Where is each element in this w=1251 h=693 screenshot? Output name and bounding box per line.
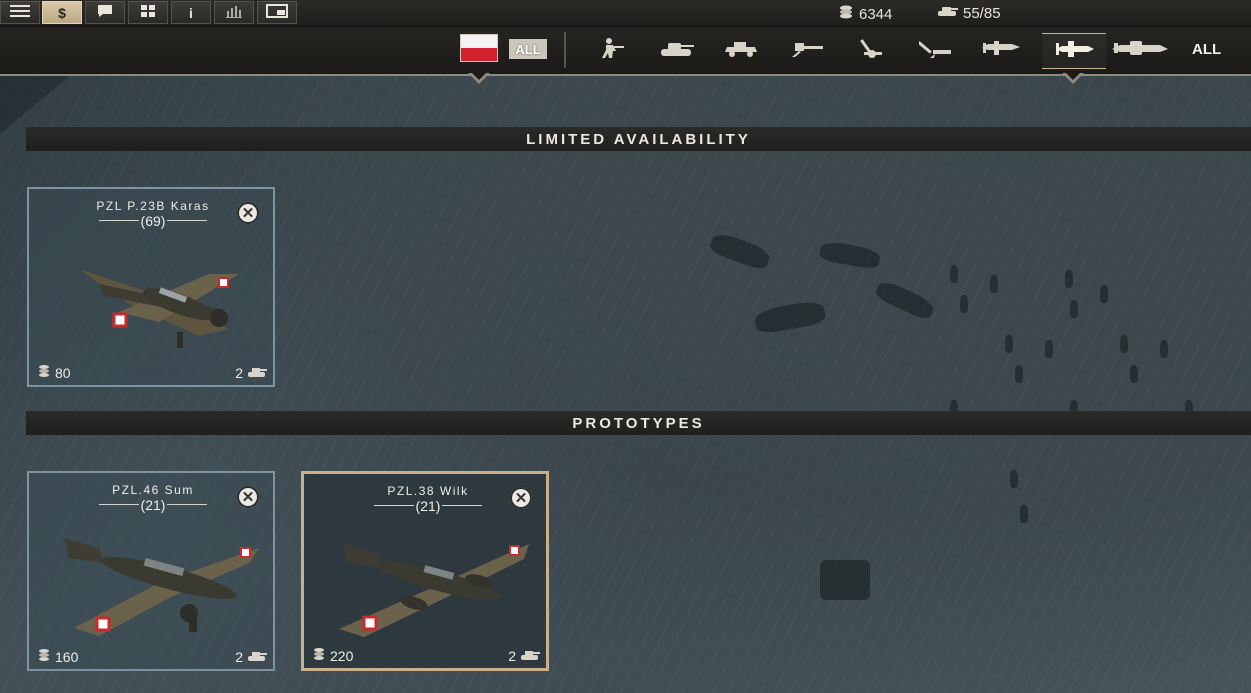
filter-anti-air[interactable] bbox=[905, 33, 969, 67]
filter-recon[interactable] bbox=[710, 33, 774, 67]
filter-all[interactable]: ALL bbox=[1192, 41, 1221, 58]
chat-button[interactable] bbox=[85, 1, 125, 24]
close-icon: ✕ bbox=[241, 205, 255, 222]
slots-value: 2 bbox=[508, 648, 516, 664]
tank-icon bbox=[247, 649, 267, 665]
section-limited-availability: LIMITED AVAILABILITY bbox=[26, 127, 1251, 151]
filter-bar: ALL ALL bbox=[0, 27, 1251, 76]
name-divider bbox=[442, 505, 482, 506]
info-icon: i bbox=[189, 4, 193, 21]
filter-anti-tank[interactable] bbox=[775, 33, 839, 67]
coins-icon bbox=[312, 647, 326, 664]
bomber-plane-icon bbox=[1052, 38, 1096, 65]
coins-icon bbox=[838, 4, 854, 24]
bar-chart-icon bbox=[225, 4, 243, 21]
dollar-icon: $ bbox=[58, 4, 66, 21]
army-slots-display: 55/85 bbox=[936, 4, 1001, 22]
unit-cost: 160 bbox=[37, 648, 78, 665]
category-pointer bbox=[1062, 72, 1084, 84]
tank-icon bbox=[936, 4, 958, 22]
filter-artillery[interactable] bbox=[840, 33, 904, 67]
unit-slots: 2 bbox=[235, 365, 267, 381]
armored-car-icon bbox=[724, 38, 760, 63]
slots-value: 2 bbox=[235, 365, 243, 381]
unit-card-pzl-46[interactable]: PZL.46 Sum (21) ✕ 160 2 bbox=[27, 471, 275, 671]
unit-card-pzl-p23b[interactable]: PZL P.23B Karas (69) ✕ 80 2 bbox=[27, 187, 275, 387]
coins-icon bbox=[37, 648, 51, 665]
unit-cost: 80 bbox=[37, 364, 71, 381]
menu-button[interactable] bbox=[0, 1, 40, 24]
window-icon bbox=[266, 4, 288, 21]
artillery-icon bbox=[854, 37, 890, 64]
name-divider bbox=[167, 504, 207, 505]
heavy-bomber-icon bbox=[1110, 38, 1170, 63]
remove-button[interactable]: ✕ bbox=[510, 487, 532, 509]
filter-fighter[interactable] bbox=[970, 33, 1034, 67]
top-bar: $ i 6344 55/85 bbox=[0, 0, 1251, 27]
unit-slots: 2 bbox=[235, 649, 267, 665]
unit-image bbox=[79, 269, 239, 348]
filter-infantry[interactable] bbox=[580, 33, 644, 67]
filter-separator bbox=[564, 32, 566, 68]
stats-button[interactable] bbox=[214, 1, 254, 24]
unit-cost: 220 bbox=[312, 647, 353, 664]
tank-icon bbox=[659, 38, 695, 63]
unit-image bbox=[64, 538, 259, 636]
filter-tank[interactable] bbox=[645, 33, 709, 67]
money-display: 6344 bbox=[838, 4, 892, 24]
window-button[interactable] bbox=[257, 1, 297, 24]
close-icon: ✕ bbox=[514, 490, 528, 507]
hamburger-icon bbox=[10, 4, 30, 21]
infantry-icon bbox=[597, 37, 627, 64]
coins-icon bbox=[37, 364, 51, 381]
info-button[interactable]: i bbox=[171, 1, 211, 24]
close-icon: ✕ bbox=[241, 489, 255, 506]
unit-image bbox=[339, 544, 529, 637]
cost-value: 160 bbox=[55, 648, 79, 665]
all-nations-button[interactable]: ALL bbox=[509, 39, 547, 59]
remove-button[interactable]: ✕ bbox=[237, 202, 259, 224]
anti-air-gun-icon bbox=[917, 37, 955, 64]
fighter-plane-icon bbox=[980, 38, 1024, 63]
filter-bomber[interactable] bbox=[1042, 33, 1106, 69]
tank-icon bbox=[247, 365, 267, 381]
unit-slots: 2 bbox=[508, 648, 540, 664]
money-value: 6344 bbox=[859, 5, 893, 23]
remove-button[interactable]: ✕ bbox=[237, 486, 259, 508]
cost-value: 80 bbox=[55, 364, 71, 381]
unit-card-pzl-38[interactable]: PZL.38 Wilk (21) ✕ 220 2 bbox=[301, 471, 549, 671]
army-slots-value: 55/85 bbox=[963, 4, 1001, 22]
tank-icon bbox=[520, 648, 540, 664]
shop-button[interactable]: $ bbox=[42, 1, 82, 24]
grid-button[interactable] bbox=[128, 1, 168, 24]
name-divider bbox=[167, 220, 207, 221]
cost-value: 220 bbox=[330, 647, 354, 664]
anti-tank-gun-icon bbox=[789, 38, 825, 63]
section-prototypes: PROTOTYPES bbox=[26, 411, 1251, 435]
slots-value: 2 bbox=[235, 649, 243, 665]
filter-heavy-bomber[interactable] bbox=[1108, 33, 1172, 67]
nation-pointer bbox=[468, 72, 490, 84]
poland-flag[interactable] bbox=[460, 34, 498, 62]
chat-icon bbox=[97, 4, 113, 21]
grid-icon bbox=[140, 4, 156, 21]
